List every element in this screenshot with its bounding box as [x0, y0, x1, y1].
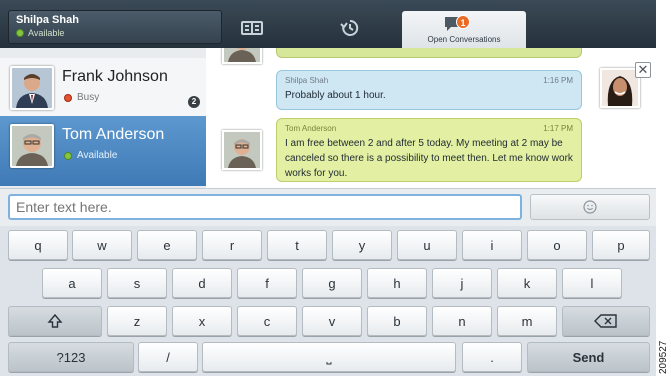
- sender-avatar: [222, 130, 262, 170]
- key-v[interactable]: v: [302, 306, 362, 336]
- tab-open-conversations-label: Open Conversations: [427, 35, 501, 44]
- numbers-key[interactable]: ?123: [8, 342, 134, 372]
- person-photo-icon: [224, 132, 260, 168]
- top-bar: Shilpa Shah Available 1 Open Conversatio…: [0, 0, 656, 48]
- key-p[interactable]: p: [592, 230, 650, 260]
- available-status-icon: [16, 29, 24, 37]
- key-s[interactable]: s: [107, 268, 167, 298]
- space-key[interactable]: ⎵: [202, 342, 456, 372]
- key-i[interactable]: i: [462, 230, 522, 260]
- key-x[interactable]: x: [172, 306, 232, 336]
- contact-status-label: Busy: [77, 92, 100, 103]
- key-e[interactable]: e: [137, 230, 197, 260]
- key-f[interactable]: f: [237, 268, 297, 298]
- message-time: 1:17 PM: [543, 124, 573, 133]
- contact-name: Tom Anderson: [62, 126, 165, 143]
- key-u[interactable]: u: [397, 230, 457, 260]
- directory-icon: [241, 21, 263, 35]
- unread-count-badge: 2: [188, 96, 200, 108]
- message-text: I am free between 2 and after 5 today. M…: [285, 138, 573, 179]
- key-j[interactable]: j: [432, 268, 492, 298]
- key-g[interactable]: g: [302, 268, 362, 298]
- contact-status: Busy: [64, 92, 99, 103]
- backspace-key[interactable]: [562, 306, 650, 336]
- key-t[interactable]: t: [267, 230, 327, 260]
- key-o[interactable]: o: [527, 230, 587, 260]
- backspace-icon: [594, 314, 617, 328]
- message-bubble: [276, 48, 582, 58]
- contact-status-label: Available: [77, 150, 118, 161]
- compose-bar: [0, 188, 656, 226]
- contact-item-tom-anderson[interactable]: Tom Anderson Available: [0, 116, 206, 186]
- avatar: [10, 124, 54, 168]
- recents-icon: [340, 19, 359, 36]
- key-k[interactable]: k: [497, 268, 557, 298]
- tab-directory[interactable]: [232, 14, 272, 42]
- smiley-icon: [583, 200, 597, 214]
- person-photo-icon: [602, 70, 638, 106]
- key-z[interactable]: z: [107, 306, 167, 336]
- tab-open-conversations[interactable]: 1 Open Conversations: [402, 11, 526, 48]
- message-sender: Shilpa Shah: [285, 76, 329, 85]
- shift-icon: [47, 313, 63, 328]
- my-status-label: Available: [28, 28, 65, 38]
- message-bubble: Shilpa Shah 1:16 PM Probably about 1 hou…: [276, 70, 582, 110]
- key-l[interactable]: l: [562, 268, 622, 298]
- message-input[interactable]: [8, 194, 522, 220]
- key-m[interactable]: m: [497, 306, 557, 336]
- key-w[interactable]: w: [72, 230, 132, 260]
- key-period[interactable]: .: [462, 342, 522, 372]
- avatar: [10, 66, 54, 110]
- my-presence[interactable]: Shilpa Shah Available: [8, 10, 222, 44]
- key-n[interactable]: n: [432, 306, 492, 336]
- person-photo-icon: [224, 48, 260, 62]
- contact-name: Frank Johnson: [62, 68, 168, 85]
- tab-recents[interactable]: [330, 14, 370, 42]
- my-status: Available: [16, 27, 214, 39]
- person-photo-icon: [12, 126, 52, 166]
- key-q[interactable]: q: [8, 230, 68, 260]
- unread-badge: 1: [456, 15, 470, 29]
- my-name: Shilpa Shah: [16, 14, 79, 26]
- key-a[interactable]: a: [42, 268, 102, 298]
- figure-id-label: 209527: [658, 312, 670, 376]
- message-text: Probably about 1 hour.: [285, 90, 386, 101]
- sender-avatar: [222, 48, 262, 64]
- key-h[interactable]: h: [367, 268, 427, 298]
- contact-list: Frank Johnson Busy 2 Tom Anderson Availa…: [0, 48, 206, 188]
- message-header: Shilpa Shah 1:16 PM: [285, 75, 573, 86]
- key-b[interactable]: b: [367, 306, 427, 336]
- message-sender: Tom Anderson: [285, 124, 337, 133]
- shift-key[interactable]: [8, 306, 102, 336]
- send-button[interactable]: Send: [527, 342, 650, 372]
- my-avatar: [600, 68, 640, 108]
- onscreen-keyboard: q w e r t y u i o p a s d f g h j k l z …: [0, 226, 656, 376]
- message-header: Tom Anderson 1:17 PM: [285, 123, 573, 134]
- busy-status-icon: [64, 93, 72, 102]
- key-r[interactable]: r: [202, 230, 262, 260]
- person-photo-icon: [12, 68, 52, 108]
- contact-status: Available: [64, 150, 117, 161]
- message-time: 1:16 PM: [543, 76, 573, 85]
- key-c[interactable]: c: [237, 306, 297, 336]
- figure-id-text: 209527: [658, 340, 669, 374]
- key-slash[interactable]: /: [138, 342, 198, 372]
- available-status-icon: [64, 151, 72, 160]
- close-icon: ✕: [637, 62, 649, 77]
- close-conversation-button[interactable]: ✕: [635, 62, 651, 78]
- key-y[interactable]: y: [332, 230, 392, 260]
- conversation-pane[interactable]: Shilpa Shah 1:16 PM Probably about 1 hou…: [206, 48, 656, 188]
- key-d[interactable]: d: [172, 268, 232, 298]
- message-bubble: Tom Anderson 1:17 PM I am free between 2…: [276, 118, 582, 182]
- app-screen: Shilpa Shah Available 1 Open Conversatio…: [0, 0, 656, 376]
- emoticon-button[interactable]: [530, 194, 650, 220]
